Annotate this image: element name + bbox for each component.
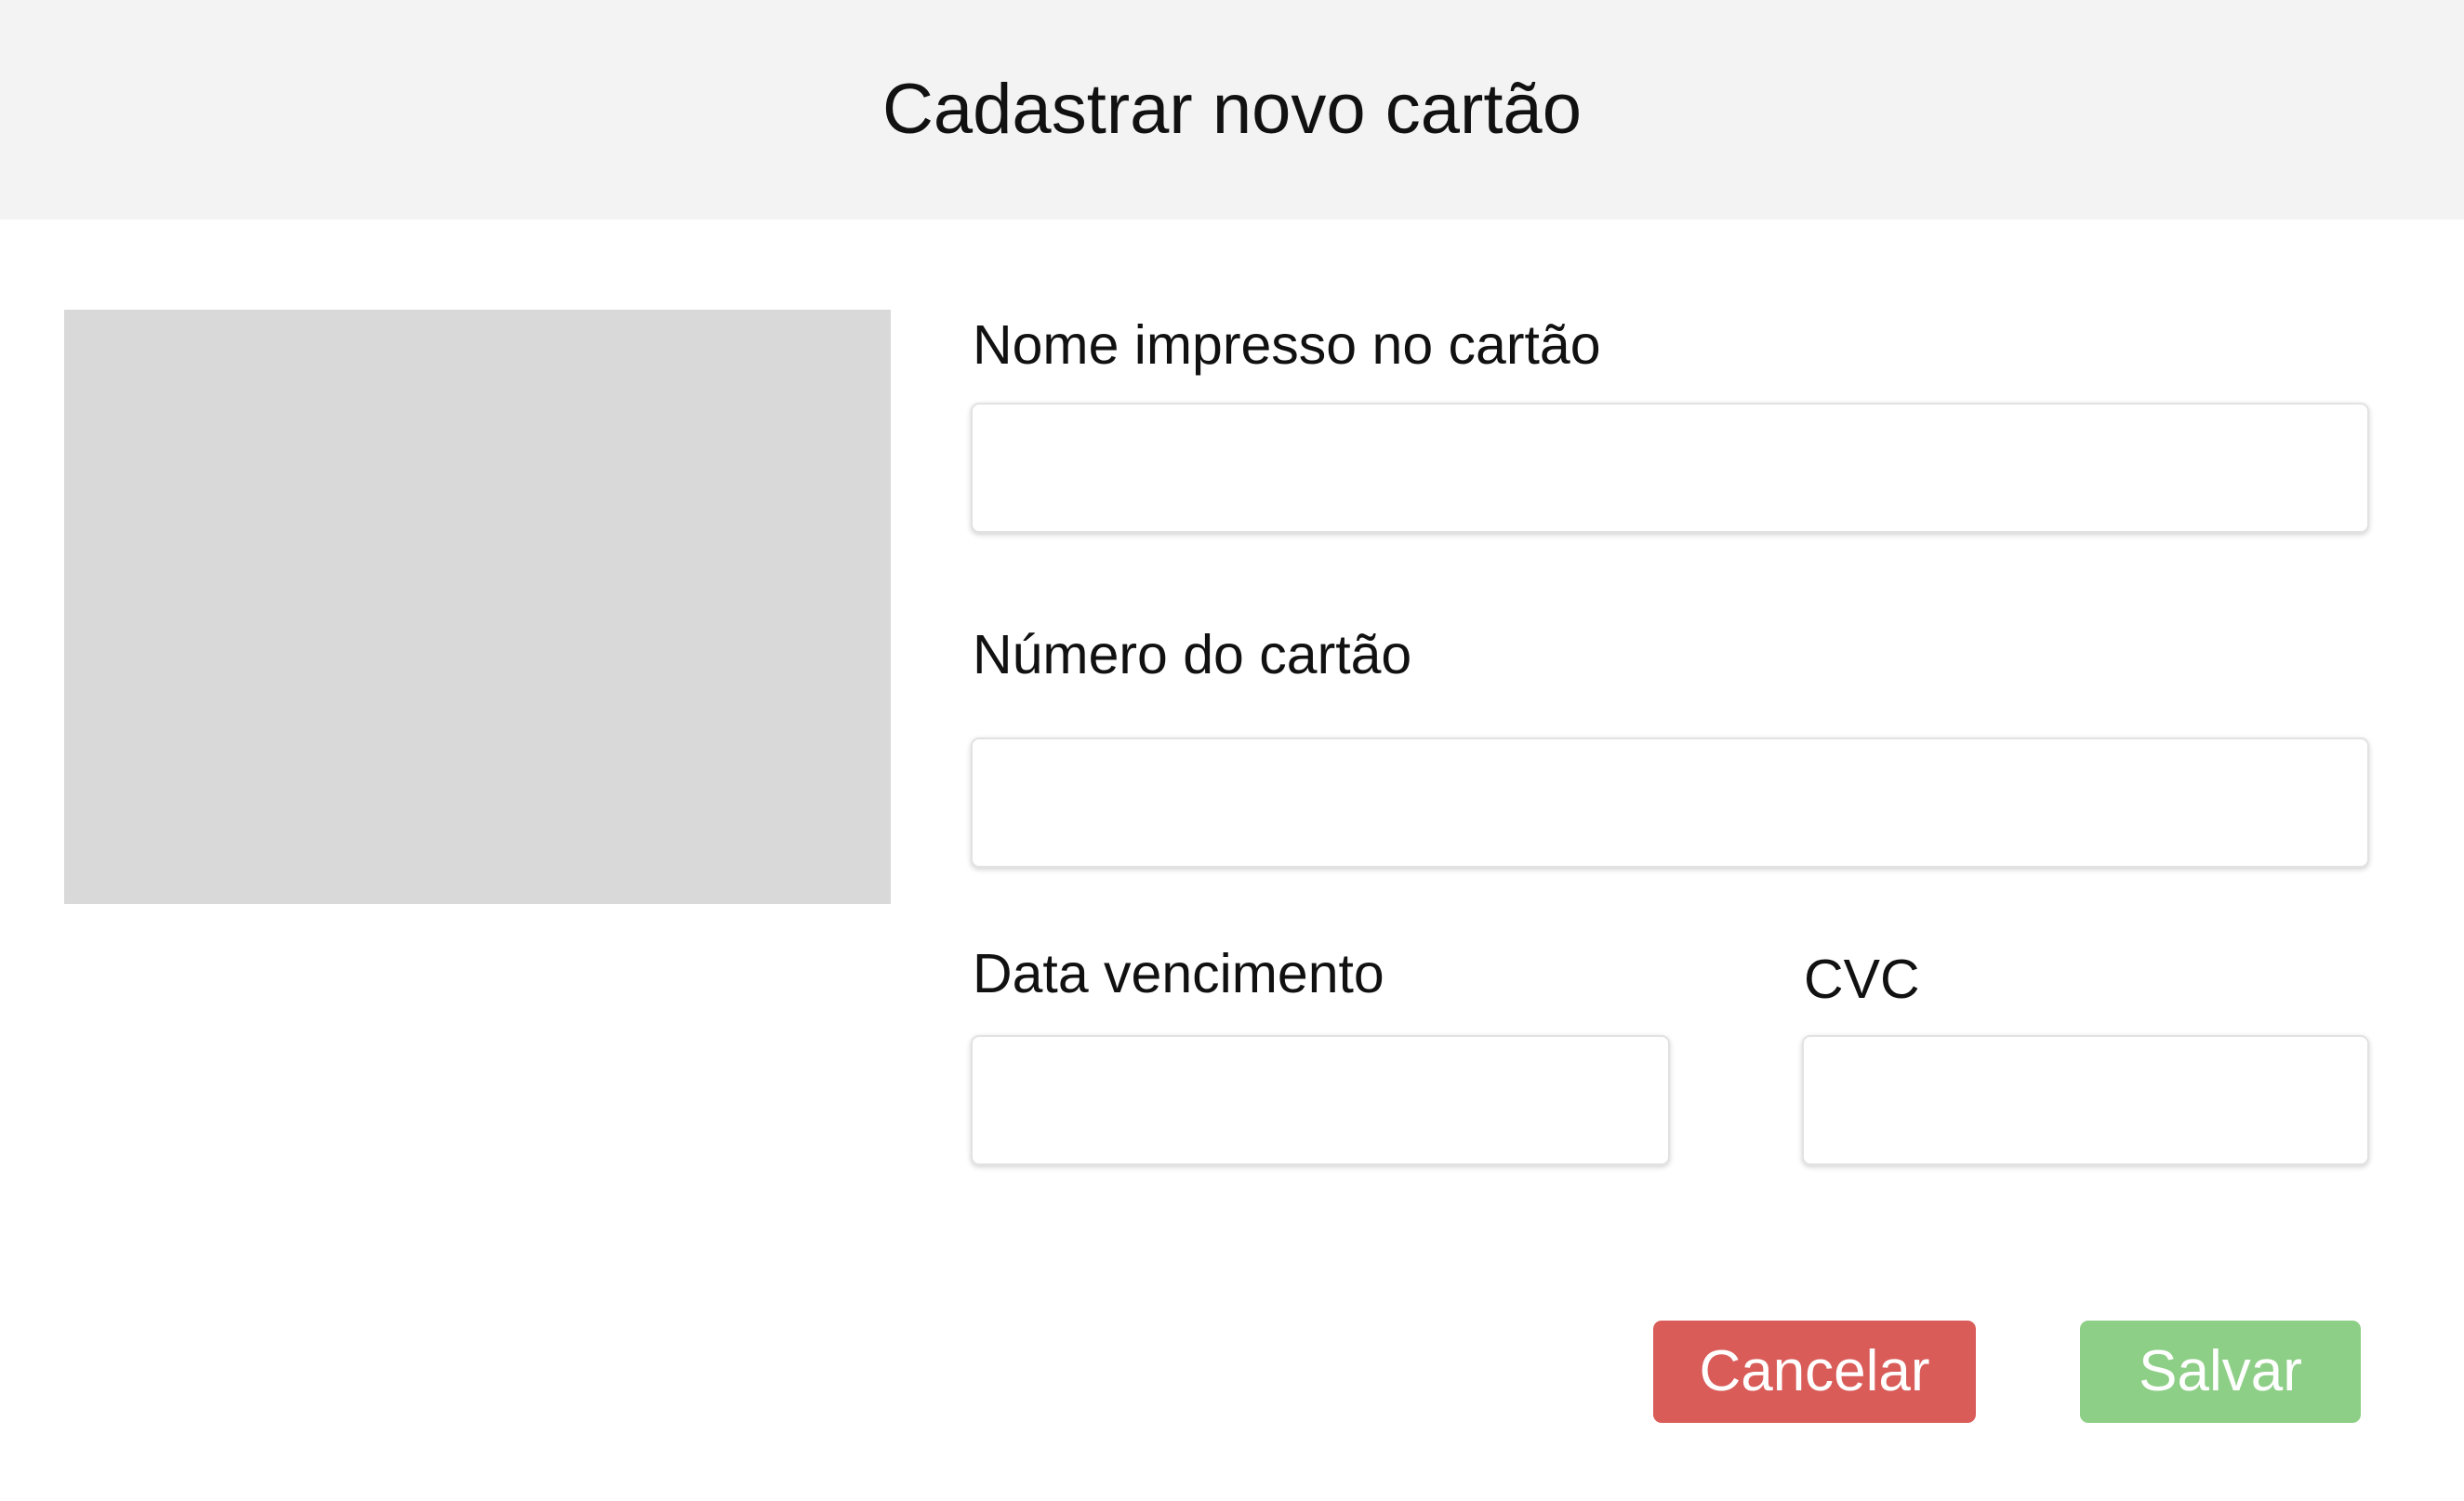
card-number-input[interactable] xyxy=(971,737,2369,868)
save-button[interactable]: Salvar xyxy=(2080,1321,2361,1423)
number-label: Número do cartão xyxy=(973,624,1412,685)
dialog-title: Cadastrar novo cartão xyxy=(882,70,1582,149)
cvc-input[interactable] xyxy=(1802,1035,2369,1165)
cvc-label: CVC xyxy=(1804,949,1920,1010)
new-card-dialog: Cadastrar novo cartão Nome impresso no c… xyxy=(0,0,2464,1501)
expiry-label: Data vencimento xyxy=(973,943,1384,1004)
card-name-input[interactable] xyxy=(971,403,2369,533)
dialog-header: Cadastrar novo cartão xyxy=(0,0,2464,219)
cancel-button[interactable]: Cancelar xyxy=(1653,1321,1976,1423)
expiry-date-input[interactable] xyxy=(971,1035,1670,1165)
name-label: Nome impresso no cartão xyxy=(973,314,1601,376)
card-image-placeholder xyxy=(64,310,891,904)
